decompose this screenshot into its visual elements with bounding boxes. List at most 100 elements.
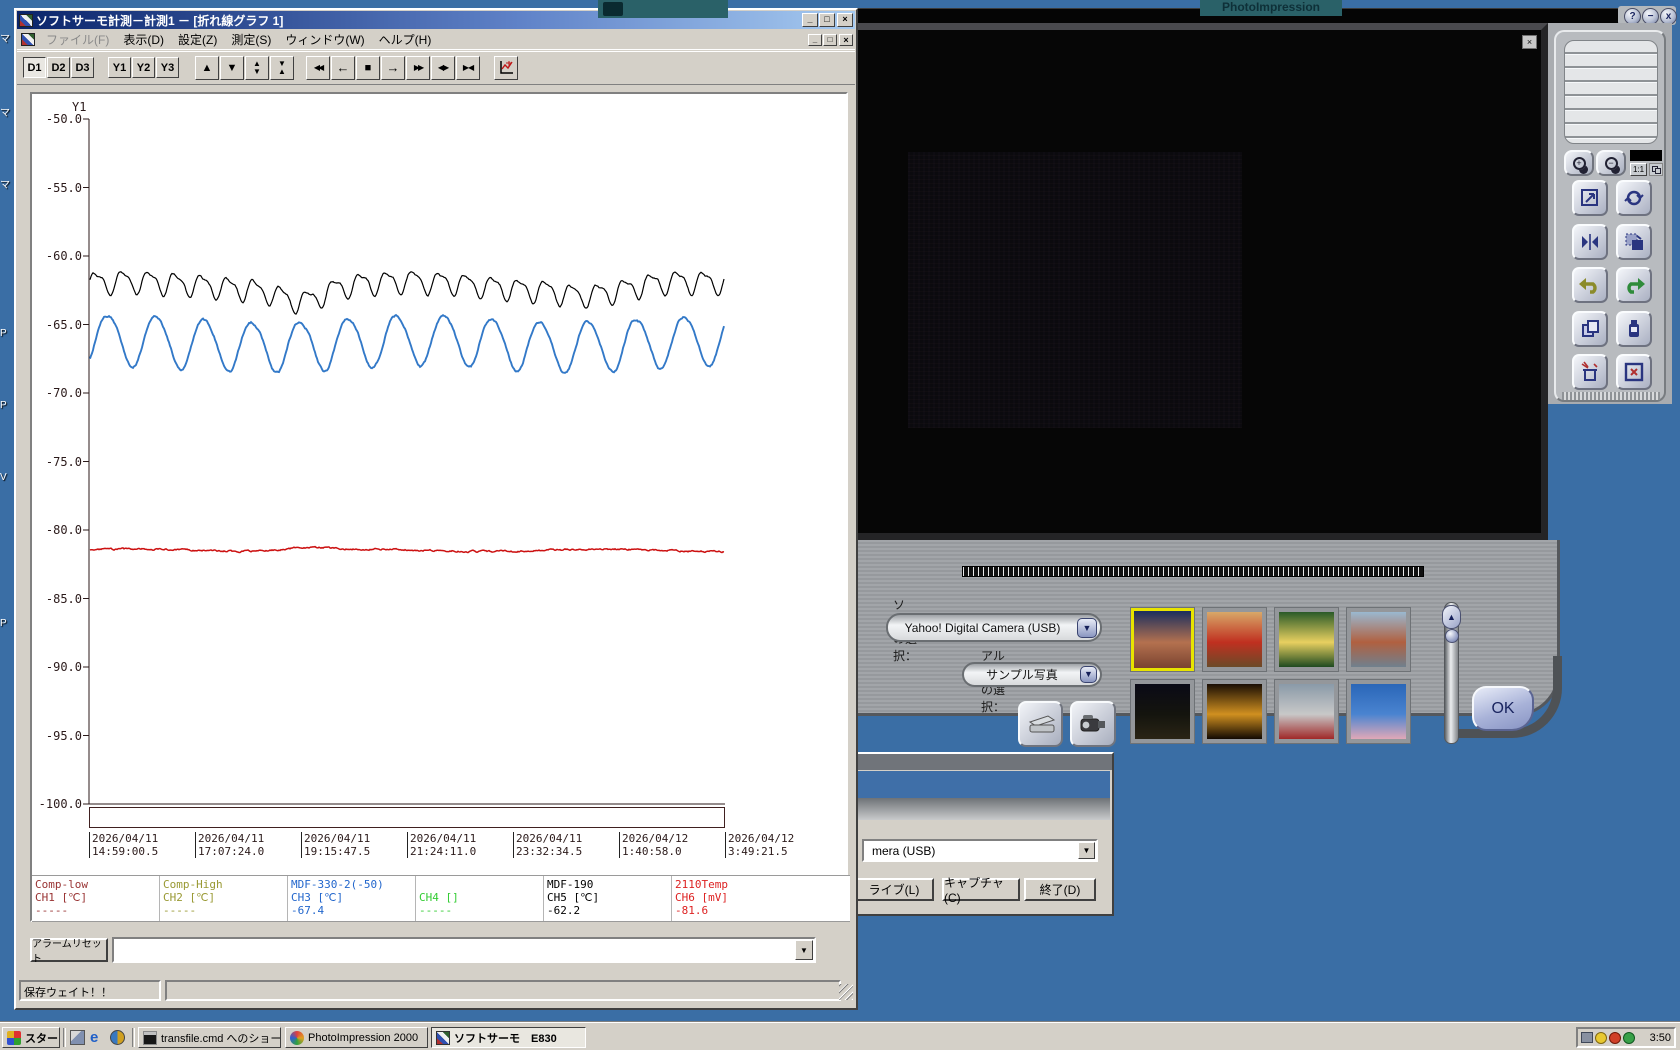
child-close-button[interactable]: × [839,34,853,46]
thumbnail-sky[interactable] [1346,679,1411,744]
thumbnail-ship[interactable] [1274,679,1339,744]
camera-source-button[interactable] [1070,701,1116,747]
task-softthermo[interactable]: ソフトサーモ E830 [431,1027,586,1048]
scroll-down-button[interactable]: ▼ [220,56,244,80]
start-button[interactable]: スタート [2,1027,60,1048]
ok-button[interactable]: OK [1472,686,1534,731]
menu-settings[interactable]: 設定(Z) [171,29,224,50]
chevron-down-icon[interactable]: ▼ [1077,618,1097,638]
rotate-button[interactable] [1616,180,1652,216]
fast-forward-button[interactable]: ▶▶ [406,56,430,80]
resize-grip[interactable] [839,984,853,1000]
minimize-button[interactable]: _ [802,13,818,27]
scrollbar-thumb[interactable] [1445,629,1459,643]
tray-clock[interactable]: 3:50 [1637,1032,1671,1044]
taskbar-divider [132,1028,135,1047]
resize-button[interactable] [1572,180,1608,216]
task-photoimpression[interactable]: PhotoImpression 2000 [285,1027,428,1048]
menu-window[interactable]: ウィンドウ(W) [278,29,371,50]
toolbar-y3-button[interactable]: Y3 [156,57,179,78]
title-bar[interactable]: ソフトサーモ計測－計測1 － [折れ線グラフ 1] _ □ × [17,11,855,29]
arrow-right-icon: → [387,60,400,75]
alarm-reset-button[interactable]: アラームリセット [30,938,108,962]
zoom-out-button[interactable]: − [1596,150,1626,176]
step-back-button[interactable]: ← [331,56,355,80]
zoom-in-button[interactable]: + [1564,150,1594,176]
undo-button[interactable] [1572,267,1608,303]
camera-select-combo[interactable]: mera (USB) ▼ [862,839,1098,862]
y-tick-label: -55.0 [36,181,82,195]
step-forward-button[interactable]: → [381,56,405,80]
expand-vertical-button[interactable]: ▲▼ [245,56,269,80]
stop-button[interactable]: ■ [356,56,380,80]
copy-button[interactable] [1572,311,1608,347]
desktop-icon-label-fragment: P [0,400,12,411]
toolbar-d1-button[interactable]: D1 [23,57,46,78]
chevron-down-icon[interactable]: ▼ [1080,666,1097,683]
cascade-icon[interactable] [1649,163,1663,176]
graph-setup-button[interactable] [494,56,518,80]
scrollbar-up-button[interactable]: ▲ [1442,605,1461,629]
tray-status-green-icon[interactable] [1623,1032,1635,1044]
toolbar-y2-button[interactable]: Y2 [132,57,155,78]
chevron-down-icon[interactable]: ▼ [1078,842,1095,859]
fast-forward-icon: ▶▶ [414,63,422,72]
exit-button[interactable]: 終了(D) [1024,878,1096,901]
quicklaunch-ie-icon[interactable]: e [90,1029,106,1045]
redo-button[interactable] [1616,267,1652,303]
menu-view[interactable]: 表示(D) [116,29,171,50]
undo-icon [1578,274,1602,296]
close-image-button[interactable] [1616,354,1652,390]
alarm-log-combo[interactable]: ▼ [112,937,816,963]
source-select-combo[interactable]: Yahoo! Digital Camera (USB) ▼ [886,613,1102,642]
legend-ch1: Comp-lowCH1 [℃]----- [32,876,160,921]
legend-ch3: MDF-330-2(-50)CH3 [℃]-67.4 [288,876,416,921]
trash-icon [1578,361,1602,383]
maximize-button[interactable]: □ [819,13,835,27]
compress-horizontal-button[interactable]: ▶◀ [456,56,480,80]
menu-measure[interactable]: 測定(S) [224,29,278,50]
save-button[interactable] [1616,311,1652,347]
menu-help[interactable]: ヘルプ(H) [372,29,439,50]
quicklaunch-media-icon[interactable] [110,1030,125,1045]
task-transfile[interactable]: transfile.cmd へのショート... [138,1027,281,1048]
window-title: ソフトサーモ計測－計測1 － [折れ線グラフ 1] [36,12,283,29]
time-range-box[interactable] [89,807,725,828]
preview-close-button[interactable]: × [1522,35,1537,49]
live-button[interactable]: ライブ(L) [854,878,934,901]
expand-horizontal-icon: ◀▶ [438,63,448,72]
child-restore-button[interactable]: □ [823,34,837,46]
album-select-combo[interactable]: サンプル写真 ▼ [962,662,1102,687]
child-minimize-button[interactable]: _ [808,34,822,46]
scanner-source-button[interactable] [1018,701,1063,747]
capture-button[interactable]: キャプチャ(C) [942,878,1020,901]
thumbnail-flowers[interactable] [1274,607,1339,672]
flip-horizontal-button[interactable] [1572,224,1608,260]
thumbnail-desert[interactable] [1130,607,1195,672]
toolbar: D1 D2 D3 Y1 Y2 Y3 ▲ ▼ ▲▼ ▼▲ ◀◀ ← ■ → ▶▶ … [17,51,855,85]
scroll-up-button[interactable]: ▲ [195,56,219,80]
thumbnail-bird[interactable] [1202,607,1267,672]
compress-vertical-button[interactable]: ▼▲ [270,56,294,80]
chevron-down-icon[interactable]: ▼ [795,940,813,960]
crop-rotate-button[interactable] [1616,224,1652,260]
toolbar-y1-button[interactable]: Y1 [108,57,131,78]
tray-ime-icon[interactable] [1595,1032,1607,1044]
save-icon [1623,318,1645,340]
preview-dark-image [908,152,1242,428]
actual-size-button[interactable]: 1:1 [1630,163,1647,176]
fast-rewind-button[interactable]: ◀◀ [306,56,330,80]
tray-display-icon[interactable] [1581,1032,1593,1043]
thumbnail-gold-abstract[interactable] [1202,679,1267,744]
expand-horizontal-button[interactable]: ◀▶ [431,56,455,80]
tray-status-red-icon[interactable] [1609,1032,1621,1044]
delete-button[interactable] [1572,354,1608,390]
quicklaunch-desktop-icon[interactable] [70,1030,85,1045]
toolbar-d2-button[interactable]: D2 [47,57,70,78]
toolbar-d3-button[interactable]: D3 [71,57,94,78]
thumbnail-harbor[interactable] [1346,607,1411,672]
menu-file[interactable]: ファイル(F) [39,29,116,50]
child-window-icon[interactable] [21,33,35,46]
close-button[interactable]: × [837,13,853,27]
thumbnail-night-city[interactable] [1130,679,1195,744]
